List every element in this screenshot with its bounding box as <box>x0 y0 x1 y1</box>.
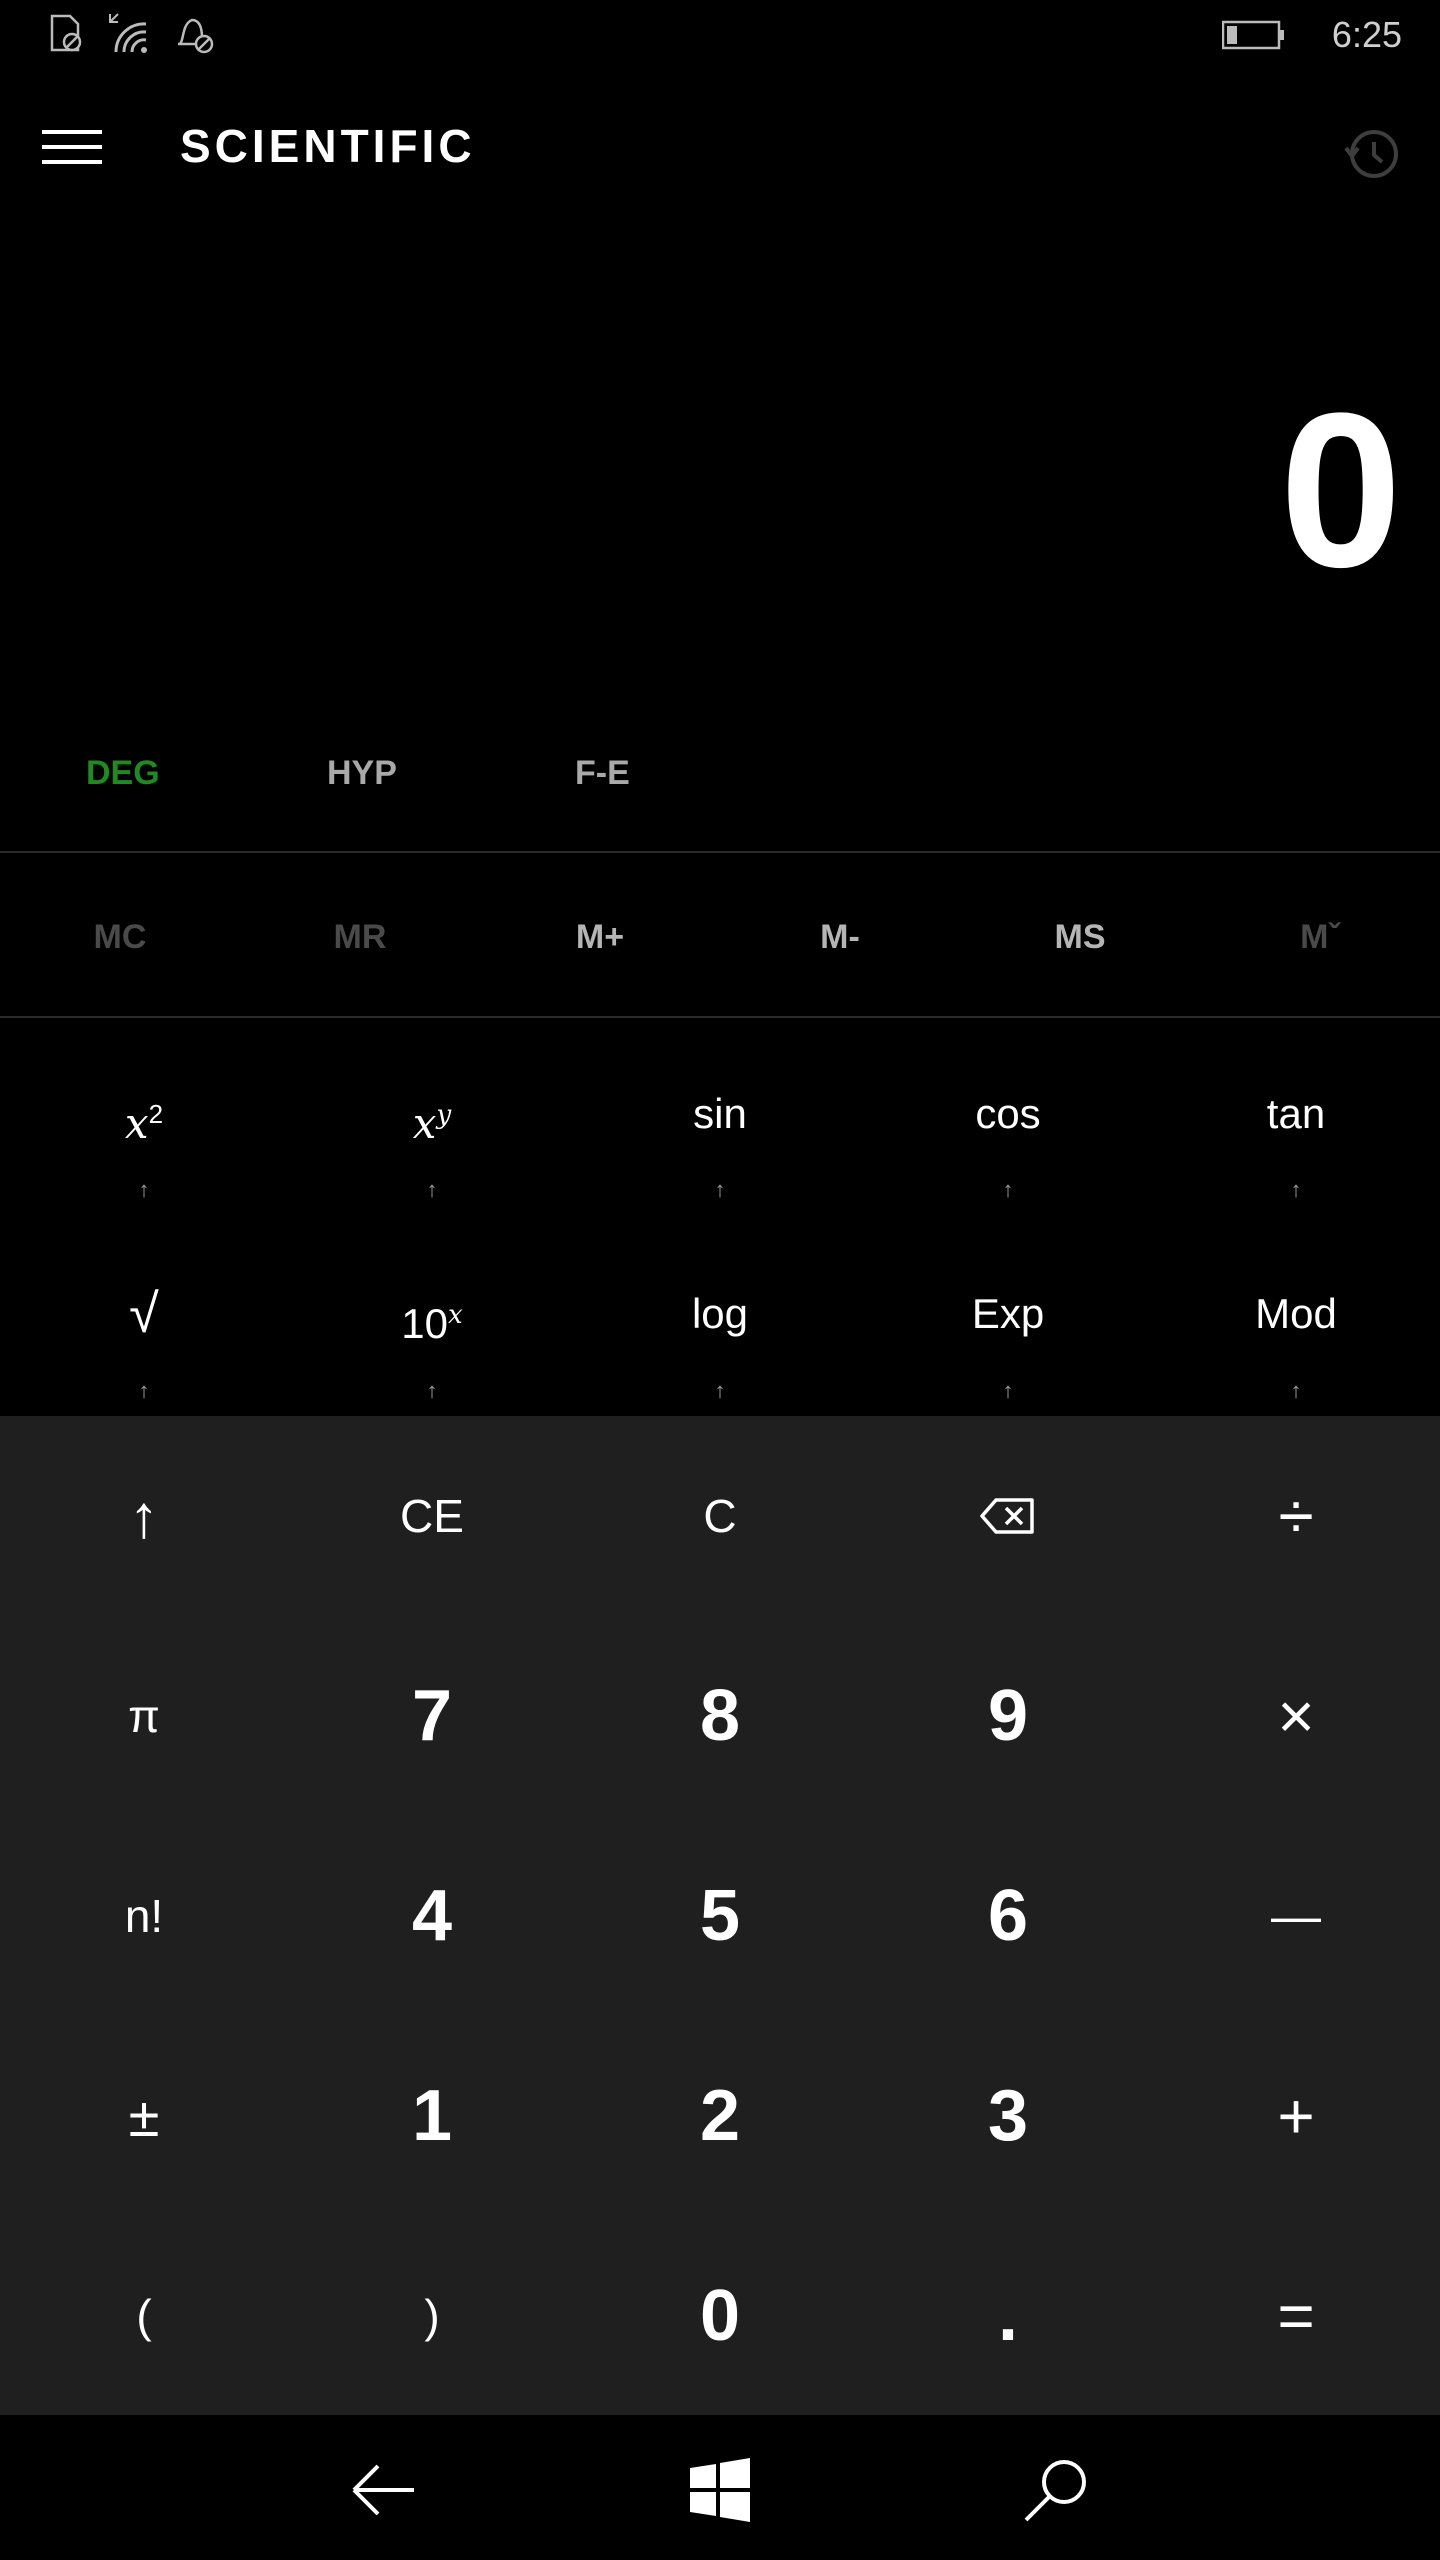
shift-indicator: ↑ <box>426 1378 438 1403</box>
wifi-signal-icon <box>106 12 150 56</box>
square-button[interactable]: x2 <box>0 1084 288 1154</box>
angle-mode-toggle[interactable]: DEG <box>86 748 160 798</box>
search-icon <box>1024 2460 1086 2522</box>
shift-indicator: ↑ <box>138 1177 150 1202</box>
menu-line <box>42 130 102 134</box>
clear-entry-button[interactable]: CE <box>288 1416 576 1616</box>
digit-2-button[interactable]: 2 <box>576 2016 864 2216</box>
equals-button[interactable]: = <box>1152 2216 1440 2416</box>
divider <box>0 851 1440 853</box>
memory-subtract-button[interactable]: M- <box>720 912 960 962</box>
digit-5-button[interactable]: 5 <box>576 1816 864 2016</box>
shift-indicator: ↑ <box>138 1378 150 1403</box>
multiply-button[interactable]: × <box>1152 1616 1440 1816</box>
add-button[interactable]: + <box>1152 2016 1440 2216</box>
tan-button[interactable]: tan <box>1152 1084 1440 1144</box>
memory-store-button[interactable]: MS <box>960 912 1200 962</box>
cos-button[interactable]: cos <box>864 1084 1152 1144</box>
digit-6-button[interactable]: 6 <box>864 1816 1152 2016</box>
back-button[interactable] <box>344 2450 424 2530</box>
status-bar: 6:25 <box>0 0 1440 70</box>
divider <box>0 1016 1440 1018</box>
shift-indicator: ↑ <box>1002 1177 1014 1202</box>
sim-off-icon <box>44 12 88 56</box>
log-button[interactable]: log <box>576 1284 864 1344</box>
decimal-button[interactable]: . <box>864 2216 1152 2416</box>
factorial-button[interactable]: n! <box>0 1816 288 2016</box>
shift-indicator: ↑ <box>1002 1378 1014 1403</box>
memory-clear-button[interactable]: MC <box>0 912 240 962</box>
sin-button[interactable]: sin <box>576 1084 864 1144</box>
negate-button[interactable]: ± <box>0 2016 288 2216</box>
start-button[interactable] <box>680 2450 760 2530</box>
mod-button[interactable]: Mod <box>1152 1284 1440 1344</box>
shift-indicator: ↑ <box>714 1177 726 1202</box>
keypad: ↑ CE C ÷ π 7 8 9 × n! 4 5 6 — ± 1 2 3 + … <box>0 1416 1440 2415</box>
result-display: 0 <box>1279 367 1402 613</box>
shift-indicator: ↑ <box>1290 1378 1302 1403</box>
hyp-toggle[interactable]: HYP <box>327 748 397 798</box>
battery-icon <box>1221 20 1286 50</box>
ten-base: 10 <box>401 1300 449 1347</box>
digit-9-button[interactable]: 9 <box>864 1616 1152 1816</box>
quiet-hours-icon <box>172 12 216 56</box>
digit-0-button[interactable]: 0 <box>576 2216 864 2416</box>
history-button[interactable] <box>1332 118 1412 188</box>
backspace-icon <box>980 1498 1034 1534</box>
shift-indicator: ↑ <box>426 1177 438 1202</box>
menu-line <box>42 160 102 164</box>
search-button[interactable] <box>1016 2450 1096 2530</box>
history-icon <box>1344 130 1398 178</box>
hamburger-menu-button[interactable] <box>28 112 118 182</box>
clear-button[interactable]: C <box>576 1416 864 1616</box>
close-paren-button[interactable]: ) <box>288 2216 576 2416</box>
digit-7-button[interactable]: 7 <box>288 1616 576 1816</box>
page-title: SCIENTIFIC <box>180 120 476 172</box>
memory-recall-button[interactable]: MR <box>240 912 480 962</box>
digit-3-button[interactable]: 3 <box>864 2016 1152 2216</box>
shift-indicator: ↑ <box>1290 1177 1302 1202</box>
ten-power-button[interactable]: 10x <box>288 1284 576 1354</box>
square-root-button[interactable]: √ <box>0 1284 288 1344</box>
fe-toggle[interactable]: F-E <box>575 748 630 798</box>
digit-4-button[interactable]: 4 <box>288 1816 576 2016</box>
digit-1-button[interactable]: 1 <box>288 2016 576 2216</box>
back-arrow-icon <box>352 2464 414 2516</box>
shift-indicator: ↑ <box>714 1378 726 1403</box>
clock: 6:25 <box>1331 14 1402 55</box>
memory-add-button[interactable]: M+ <box>480 912 720 962</box>
shift-button[interactable]: ↑ <box>0 1416 288 1616</box>
memory-list-button[interactable]: Mˇ <box>1200 912 1440 962</box>
windows-logo-icon <box>690 2458 750 2522</box>
exp-button[interactable]: Exp <box>864 1284 1152 1344</box>
backspace-button[interactable] <box>864 1416 1152 1616</box>
power-button[interactable]: xy <box>288 1084 576 1154</box>
digit-8-button[interactable]: 8 <box>576 1616 864 1816</box>
open-paren-button[interactable]: ( <box>0 2216 288 2416</box>
subtract-button[interactable]: — <box>1152 1816 1440 2016</box>
menu-line <box>42 145 102 149</box>
pi-button[interactable]: π <box>0 1616 288 1816</box>
divide-button[interactable]: ÷ <box>1152 1416 1440 1616</box>
